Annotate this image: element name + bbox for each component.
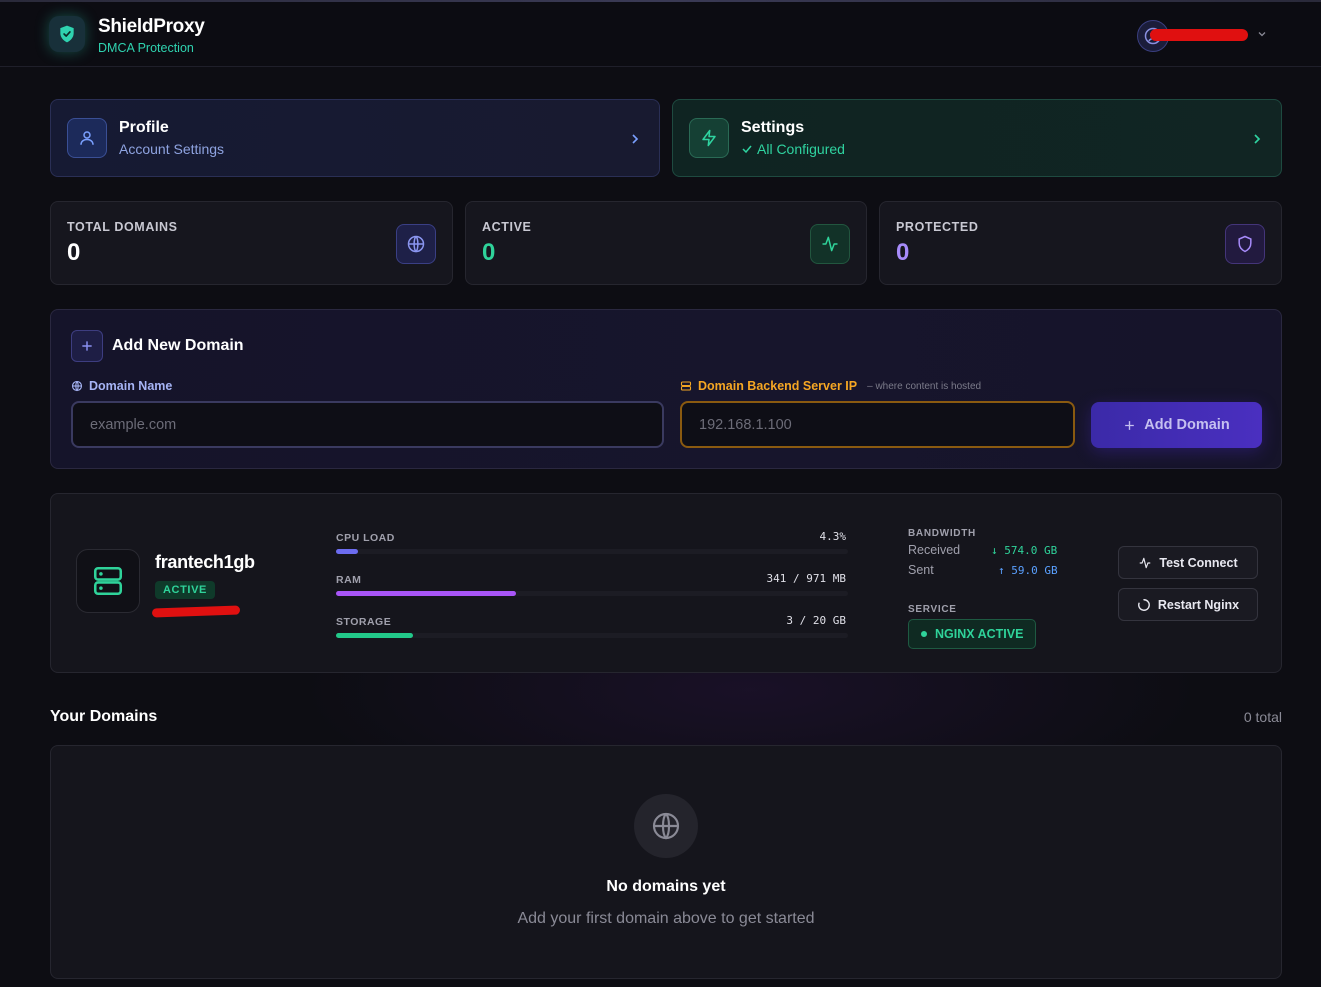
service-heading: SERVICE — [908, 604, 957, 615]
profile-card[interactable]: Profile Account Settings — [50, 99, 660, 177]
domain-name-input[interactable] — [71, 401, 664, 448]
server-icon — [93, 566, 123, 596]
domains-list-panel: No domains yet Add your first domain abo… — [50, 745, 1282, 979]
status-dot — [921, 631, 927, 637]
activity-icon — [1140, 557, 1151, 568]
server-name: frantech1gb — [155, 552, 255, 572]
stat-value: 0 — [896, 239, 910, 266]
globe-icon — [407, 235, 425, 253]
stat-card-total-domains: TOTAL DOMAINS 0 — [50, 201, 453, 285]
lightning-icon — [702, 129, 716, 147]
ram-value: 341 / 971 MB — [766, 572, 846, 585]
profile-subtitle: Account Settings — [119, 141, 225, 157]
stat-label: ACTIVE — [482, 220, 532, 234]
domain-name-label-text: Domain Name — [89, 379, 173, 393]
profile-icon-box — [67, 118, 107, 158]
server-status-badge: ACTIVE — [155, 581, 215, 599]
your-domains-title: Your Domains — [50, 708, 158, 725]
server-status-panel: frantech1gb ACTIVE CPU LOAD 4.3% RAM 341… — [50, 493, 1282, 673]
refresh-icon — [1137, 598, 1150, 611]
storage-bar — [336, 633, 848, 638]
add-domain-button-label: Add Domain — [1144, 417, 1230, 433]
globe-icon — [652, 812, 680, 840]
restart-nginx-label: Restart Nginx — [1157, 597, 1240, 612]
cpu-load-value: 4.3% — [819, 530, 847, 543]
redacted-username — [1150, 29, 1248, 41]
settings-status-text: All Configured — [757, 141, 845, 157]
sent-label: Sent — [908, 563, 934, 577]
bandwidth-heading: BANDWIDTH — [908, 528, 976, 539]
activity-icon — [822, 236, 838, 252]
settings-title: Settings — [741, 119, 805, 136]
storage-fill — [336, 633, 413, 638]
brand-logo[interactable] — [49, 16, 85, 52]
ram-label: RAM — [336, 574, 362, 586]
storage-label: STORAGE — [336, 616, 392, 628]
settings-subtitle: All Configured — [741, 141, 845, 157]
server-icon — [680, 381, 692, 391]
profile-title: Profile — [119, 119, 169, 136]
globe-icon — [71, 380, 83, 392]
app-header: ShieldProxy DMCA Protection — [0, 2, 1321, 67]
user-icon — [80, 131, 94, 145]
chevron-right-icon — [632, 134, 639, 144]
received-value: ↓ 574.0 GB — [991, 544, 1058, 557]
brand-title: ShieldProxy — [98, 16, 205, 37]
check-icon — [742, 145, 752, 154]
nginx-status-badge: NGINX ACTIVE — [908, 619, 1037, 649]
add-domain-button[interactable]: Add Domain — [1091, 402, 1262, 448]
stat-icon-box — [810, 224, 850, 264]
add-domain-title: Add New Domain — [112, 337, 244, 354]
sent-value: ↑ 59.0 GB — [998, 564, 1058, 577]
backend-ip-hint: – where content is hosted — [867, 380, 982, 392]
redacted-server-info — [151, 605, 241, 618]
ram-bar — [336, 591, 848, 596]
shield-check-icon — [60, 25, 74, 43]
add-domain-panel: Add New Domain Domain Name Domain Backen… — [50, 309, 1282, 469]
cpu-load-fill — [336, 549, 359, 554]
shield-icon — [1238, 235, 1252, 253]
cpu-load-label: CPU LOAD — [336, 532, 395, 544]
stat-icon-box — [396, 224, 436, 264]
backend-ip-input[interactable] — [680, 401, 1075, 448]
add-domain-icon-box — [71, 330, 103, 362]
backend-ip-label-text: Domain Backend Server IP — [698, 379, 858, 393]
stat-card-active: ACTIVE 0 — [465, 201, 867, 285]
stat-icon-box — [1225, 224, 1265, 264]
stat-value: 0 — [482, 239, 496, 266]
chevron-down-icon[interactable] — [1256, 28, 1268, 40]
nginx-status-text: NGINX ACTIVE — [935, 627, 1024, 641]
plus-icon — [82, 341, 92, 351]
backend-ip-label: Domain Backend Server IP – where content… — [680, 379, 981, 393]
brand-subtitle: DMCA Protection — [98, 41, 194, 55]
domains-count: 0 total — [1243, 709, 1282, 725]
restart-nginx-button[interactable]: Restart Nginx — [1118, 588, 1258, 621]
empty-state-title: No domains yet — [606, 878, 726, 895]
server-icon-box — [76, 549, 140, 613]
settings-card[interactable]: Settings All Configured — [672, 99, 1282, 177]
settings-icon-box — [689, 118, 729, 158]
domain-name-label: Domain Name — [71, 379, 172, 393]
empty-state-icon-box — [634, 794, 698, 858]
cpu-load-bar — [336, 549, 848, 554]
stat-value: 0 — [67, 239, 81, 266]
plus-icon — [1125, 420, 1135, 430]
stat-card-protected: PROTECTED 0 — [879, 201, 1282, 285]
test-connect-button[interactable]: Test Connect — [1118, 546, 1258, 579]
storage-value: 3 / 20 GB — [786, 614, 846, 627]
received-label: Received — [908, 543, 961, 557]
ram-fill — [336, 591, 516, 596]
test-connect-label: Test Connect — [1159, 555, 1238, 570]
chevron-right-icon — [1254, 134, 1261, 144]
stat-label: TOTAL DOMAINS — [67, 220, 178, 234]
empty-state-subtitle: Add your first domain above to get start… — [517, 910, 815, 927]
stat-label: PROTECTED — [896, 220, 979, 234]
